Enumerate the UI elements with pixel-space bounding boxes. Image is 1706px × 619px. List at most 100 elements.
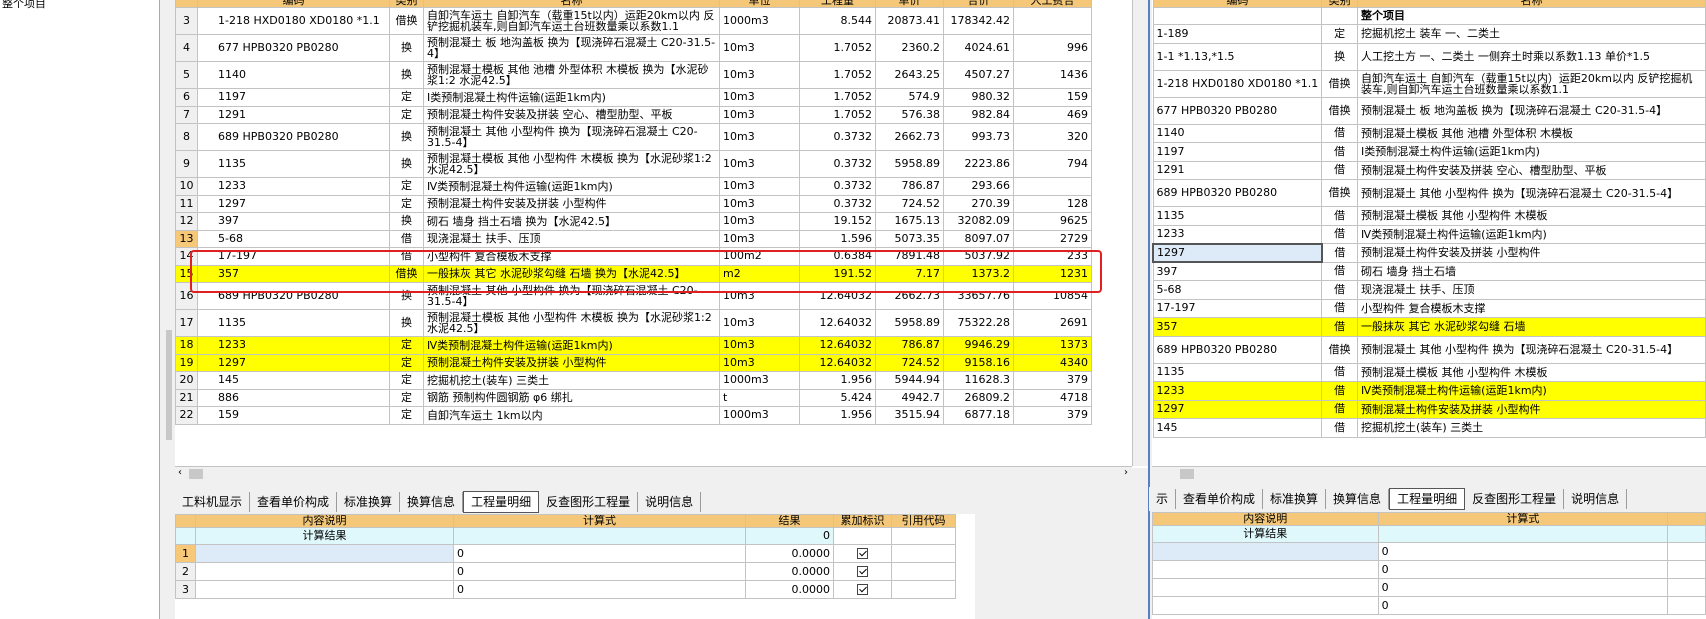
type-cell[interactable]: 借 bbox=[1321, 399, 1359, 419]
name-cell[interactable]: 砌石 墙身 挡土石墙 换为【水泥42.5】 bbox=[423, 212, 720, 231]
name-cell[interactable]: 一般抹灰 其它 水泥砂浆勾缝 石墙 bbox=[1357, 317, 1706, 337]
table-row[interactable]: 145 借挖掘机挖土(装车) 三类土 bbox=[1152, 418, 1706, 438]
table-row[interactable]: 0 bbox=[1152, 560, 1706, 579]
labor-cost-cell[interactable]: 9625 bbox=[1013, 212, 1092, 231]
reference-code-cell[interactable] bbox=[891, 562, 956, 581]
formula-cell[interactable]: 0 bbox=[1377, 560, 1669, 579]
tab-6[interactable]: 说明信息 bbox=[638, 492, 702, 512]
code-cell[interactable]: 145 bbox=[197, 371, 390, 390]
total-price-cell[interactable]: 178342.42 bbox=[943, 7, 1014, 35]
pane-splitter[interactable] bbox=[1148, 0, 1150, 619]
code-cell[interactable]: 5-68 bbox=[197, 229, 390, 248]
unit-cell[interactable]: 10m3 bbox=[719, 61, 800, 89]
code-cell[interactable]: 17-197 bbox=[1152, 298, 1323, 318]
formula-cell[interactable]: 0 bbox=[453, 562, 746, 581]
code-cell[interactable]: 397 bbox=[197, 212, 390, 231]
unit-price-cell[interactable]: 4942.7 bbox=[875, 388, 944, 407]
total-price-cell[interactable]: 9158.16 bbox=[943, 353, 1014, 372]
unit-cell[interactable]: 10m3 bbox=[719, 105, 800, 124]
code-cell[interactable]: 1233 bbox=[197, 177, 390, 196]
row-number[interactable]: 18 bbox=[175, 336, 198, 355]
reference-quota-grid[interactable]: 编码 类别 名称 整个项目 1-189 定挖掘机挖土 装车 一、二类土 1-1 *1.13… bbox=[1152, 0, 1706, 468]
name-cell[interactable]: 现浇混凝土 扶手、压顶 bbox=[423, 229, 720, 248]
table-row[interactable]: 397 借砌石 墙身 挡土石墙 bbox=[1152, 261, 1706, 281]
table-row[interactable]: 9 1135 换预制混凝土模板 其他 小型构件 木模板 换为【水泥砂浆1:2 水泥4… bbox=[175, 150, 1092, 178]
table-row[interactable]: 21 886 定钢筋 预制构件圆钢筋 φ6 绑扎 t 5.424 4942.7 26809.… bbox=[175, 388, 1092, 407]
formula-cell[interactable]: 0 bbox=[1377, 596, 1669, 615]
code-cell[interactable]: 145 bbox=[1152, 418, 1323, 438]
column-header[interactable]: 内容说明 bbox=[195, 514, 454, 528]
formula-cell[interactable]: 0 bbox=[453, 580, 746, 599]
quantity-cell[interactable]: 12.64032 bbox=[799, 309, 876, 337]
table-row[interactable]: 17 1135 换预制混凝土模板 其他 小型构件 木模板 换为【水泥砂浆1:2 水泥… bbox=[175, 309, 1092, 337]
unit-cell[interactable]: 1000m3 bbox=[719, 371, 800, 390]
column-header[interactable]: 类别 bbox=[389, 0, 424, 8]
code-cell[interactable]: 1140 bbox=[197, 61, 390, 89]
type-cell[interactable]: 定 bbox=[389, 388, 424, 407]
unit-cell[interactable]: 10m3 bbox=[719, 123, 800, 151]
code-cell[interactable]: 1-1 *1.13,*1.5 bbox=[1152, 42, 1323, 71]
name-cell[interactable]: 预制混凝土模板 其他 池槽 外型体积 木模板 换为【水泥砂浆1:2 水泥42.5… bbox=[423, 61, 720, 89]
accumulate-checkbox[interactable] bbox=[857, 566, 868, 577]
unit-cell[interactable]: t bbox=[719, 388, 800, 407]
type-cell[interactable]: 借换 bbox=[389, 7, 424, 35]
total-price-cell[interactable]: 993.73 bbox=[943, 123, 1014, 151]
type-cell[interactable]: 换 bbox=[389, 123, 424, 151]
column-header[interactable]: 类别 bbox=[1321, 0, 1359, 8]
right-quantity-detail-grid[interactable]: 内容说明 计算式 计算结果 0 0 0 0 bbox=[1152, 512, 1706, 619]
unit-price-cell[interactable]: 5944.94 bbox=[875, 371, 944, 390]
type-cell[interactable]: 借 bbox=[1321, 142, 1359, 162]
type-cell[interactable]: 借 bbox=[1321, 280, 1359, 300]
table-row[interactable]: 3 1-218 HXD0180 XD0180 *1.1 借换 自卸汽车运土 自卸汽车（… bbox=[175, 7, 1092, 35]
type-cell[interactable]: 借 bbox=[1321, 418, 1359, 438]
scroll-left-icon[interactable]: ‹ bbox=[178, 467, 182, 478]
unit-price-cell[interactable]: 574.9 bbox=[875, 88, 944, 107]
main-quota-grid[interactable]: 编码 类别 名称 单位 工程量 单价 合价 人工费合 3 1-218 HXD0180 XD018… bbox=[175, 0, 1149, 468]
row-number[interactable]: 9 bbox=[175, 150, 198, 178]
table-row[interactable]: 677 HPB0320 PB0280 借换 预制混凝土 板 地沟盖板 换为【现浇碎石… bbox=[1152, 96, 1706, 125]
row-number[interactable]: 2 bbox=[175, 562, 196, 581]
table-row[interactable]: 7 1291 定预制混凝土构件安装及拼装 空心、槽型肋型、平板 10m3 1.7052 5… bbox=[175, 105, 1092, 124]
description-cell[interactable] bbox=[1152, 542, 1379, 561]
row-number[interactable]: 4 bbox=[175, 34, 198, 62]
quantity-cell[interactable]: 5.424 bbox=[799, 388, 876, 407]
unit-cell[interactable]: 10m3 bbox=[719, 194, 800, 213]
code-cell[interactable]: 1135 bbox=[1152, 206, 1323, 226]
code-cell[interactable]: 886 bbox=[197, 388, 390, 407]
project-tree-panel[interactable]: 整个项目 bbox=[0, 0, 160, 619]
unit-price-cell[interactable]: 5073.35 bbox=[875, 229, 944, 248]
code-cell[interactable]: 397 bbox=[1152, 261, 1323, 281]
unit-cell[interactable]: 10m3 bbox=[719, 88, 800, 107]
tab-2[interactable]: 标准换算 bbox=[337, 492, 401, 512]
accumulate-cell[interactable] bbox=[833, 544, 892, 563]
total-price-cell[interactable]: 75322.28 bbox=[943, 309, 1014, 337]
labor-cost-cell[interactable]: 379 bbox=[1013, 406, 1092, 425]
code-cell[interactable]: 1197 bbox=[1152, 142, 1323, 162]
labor-cost-cell[interactable] bbox=[1013, 7, 1092, 35]
column-header[interactable]: 单价 bbox=[875, 0, 944, 8]
name-cell[interactable]: Ⅳ类预制混凝土构件运输(运距1km内) bbox=[423, 177, 720, 196]
tab-0[interactable]: 示 bbox=[1149, 489, 1177, 509]
table-row[interactable]: 1-1 *1.13,*1.5 换人工挖土方 一、二类土 一侧弃土时乘以系数1.13… bbox=[1152, 42, 1706, 71]
total-price-cell[interactable]: 270.39 bbox=[943, 194, 1014, 213]
table-row[interactable]: 1140 借预制混凝土模板 其他 池槽 外型体积 木模板 bbox=[1152, 123, 1706, 143]
name-cell[interactable]: 预制混凝土模板 其他 小型构件 木模板 bbox=[1357, 362, 1706, 382]
table-row[interactable]: 13 5-68 借现浇混凝土 扶手、压顶 10m3 1.596 5073.35 8097.0… bbox=[175, 229, 1092, 248]
type-cell[interactable]: 借换 bbox=[1321, 335, 1359, 364]
type-cell[interactable]: 定 bbox=[389, 406, 424, 425]
unit-cell[interactable]: 10m3 bbox=[719, 150, 800, 178]
row-number[interactable]: 3 bbox=[175, 580, 196, 599]
tab-4[interactable]: 工程量明细 bbox=[463, 491, 540, 513]
type-cell[interactable]: 借换 bbox=[1321, 179, 1359, 207]
unit-price-cell[interactable]: 576.38 bbox=[875, 105, 944, 124]
name-cell[interactable]: 预制混凝土构件安装及拼装 小型构件 bbox=[1357, 243, 1706, 263]
type-cell[interactable]: 定 bbox=[1321, 24, 1359, 44]
tab-3[interactable]: 换算信息 bbox=[400, 492, 464, 512]
unit-cell[interactable]: 10m3 bbox=[719, 177, 800, 196]
column-header[interactable]: 单位 bbox=[719, 0, 800, 8]
quantity-cell[interactable]: 1.596 bbox=[799, 229, 876, 248]
type-cell[interactable] bbox=[1321, 7, 1359, 25]
accumulate-cell[interactable] bbox=[833, 580, 892, 599]
quantity-cell[interactable]: 0.3732 bbox=[799, 177, 876, 196]
row-number[interactable]: 3 bbox=[175, 7, 198, 35]
